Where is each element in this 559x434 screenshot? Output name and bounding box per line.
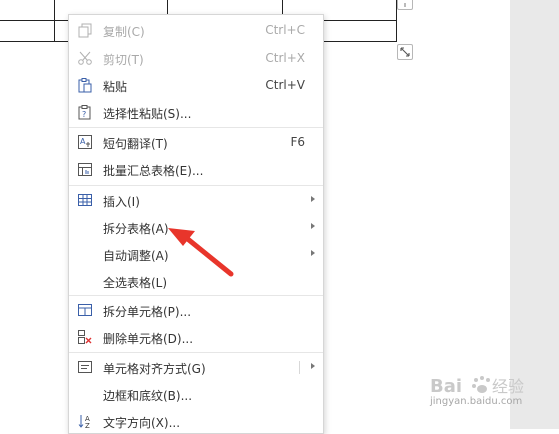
svg-text:经验: 经验 [492, 377, 524, 396]
baidu-logo-icon: Bai 经验 [430, 376, 524, 397]
baidu-watermark: Bai 经验 jingyan.baidu.com [428, 372, 553, 412]
annotation-arrow [168, 228, 234, 277]
watermark-domain: jingyan.baidu.com [430, 396, 523, 407]
svg-text:Bai: Bai [430, 376, 462, 397]
